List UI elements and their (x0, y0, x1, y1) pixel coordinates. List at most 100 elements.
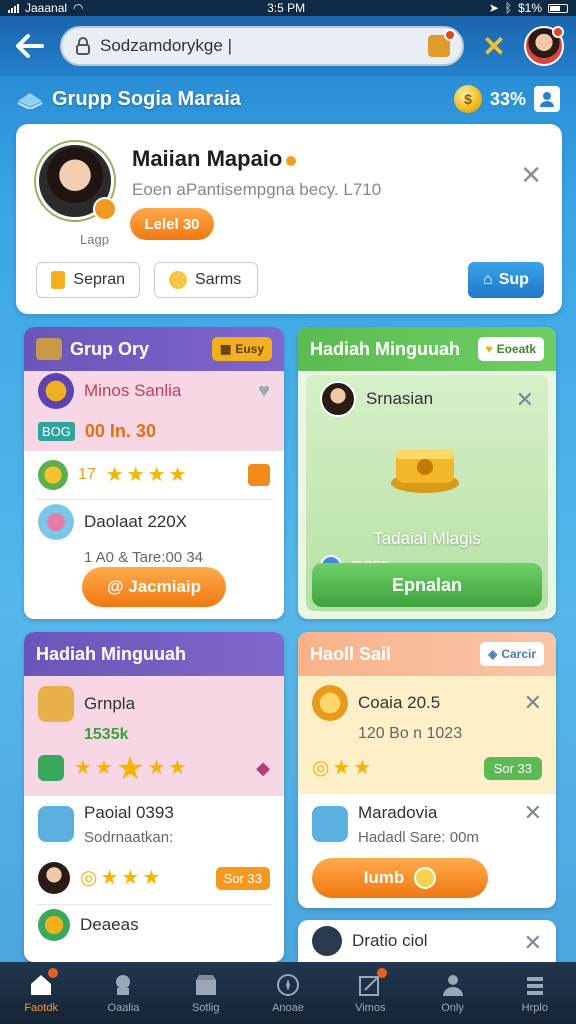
verified-icon (286, 156, 297, 166)
limit-button[interactable]: Iumb (312, 858, 488, 898)
weekly-reward-2-row2[interactable]: Paoial 0393 Sodrnaatkan: (24, 796, 284, 852)
weekly-reward-2-row1-value: 1535k (84, 726, 129, 743)
nav-compass[interactable]: Anoae (252, 972, 324, 1014)
close-icon[interactable]: ✕ (520, 160, 542, 191)
tag-icon[interactable]: ◆ (256, 758, 270, 779)
trophy-icon (38, 806, 74, 842)
group-row1-bottom: BOG 00 In. 30 (24, 411, 284, 451)
profile-avatar[interactable] (36, 142, 117, 221)
sale-card: Haoll Sail ◈ Carcir Coaia 20.5 ✕ 120 Bo n… (298, 632, 556, 908)
store-icon (193, 972, 219, 998)
sale-row1[interactable]: Coaia 20.5 ✕ 120 Bo n 1023 ◎ ★ ★ Sor 33 (298, 676, 556, 794)
coins-icon (312, 685, 348, 721)
nav-chef-label: Oaalia (107, 1002, 140, 1014)
url-bar[interactable]: Sodzamdorykge | (60, 26, 464, 66)
user-button[interactable] (534, 86, 560, 112)
reward-item-title: Tadaial Mlagis (373, 529, 481, 548)
weekly-reward-2-row3[interactable]: ◎ ★ ★ ★ Sor 33 (24, 852, 284, 904)
weekly-reward-header: Hadiah Minguuah ♥ Eoeatk (298, 327, 556, 371)
nav-edit[interactable]: Vimos (334, 968, 406, 1014)
sale-row2-sub: Hadadl Sare: 00m (358, 828, 479, 846)
nav-store-label: Sotlig (191, 1002, 220, 1014)
sale-chip[interactable]: ◈ Carcir (480, 642, 544, 666)
sale-card-title: Haoll Sail (310, 643, 392, 664)
battery-label: $1% (517, 1, 542, 15)
sale-row1-sub-row: 120 Bo n 1023 (298, 722, 556, 746)
weekly-chip[interactable]: ♥ Eoeatk (477, 337, 544, 361)
back-button[interactable] (12, 28, 48, 64)
close-icon[interactable]: ✕ (524, 930, 542, 956)
nav-menu-label: Hrplo (521, 1002, 548, 1014)
bluetooth-icon: ᛒ (504, 1, 512, 15)
star-icon: ★ (142, 867, 161, 889)
signal-icon (8, 3, 19, 13)
badge-icon (93, 197, 117, 221)
gift-icon: ▦ (219, 342, 232, 356)
weekly-reward-2-row2-title: Paoial 0393 (84, 802, 174, 822)
group-row3[interactable]: Daolaat 220X (24, 500, 284, 544)
gift-icon (312, 806, 348, 842)
weekly-reward-2-row1-title: Grnpla (84, 694, 136, 713)
group-chip-label: Eusy (235, 342, 264, 356)
weekly-reward-2-row1[interactable]: Grnpla 1535k ★ ★ ★ ★ ★ ◆ (24, 676, 284, 796)
nav-person[interactable]: Only (417, 972, 489, 1014)
sup-button[interactable]: ⌂ Sup (468, 262, 544, 298)
star-icon: ★ (121, 867, 140, 889)
group-card-header: Grup Ory ▦ Eusy (24, 327, 284, 371)
compass-icon (38, 373, 74, 409)
detail-card[interactable]: Dratio ciol ✕ (298, 920, 556, 962)
menu-icon (522, 972, 548, 998)
sup-label: Sup (498, 271, 529, 288)
limit-button-label: Iumb (363, 868, 405, 887)
group-row2[interactable]: 17 ★ ★ ★ ★ (24, 451, 284, 499)
claim-button[interactable]: Epnalan (312, 563, 542, 607)
close-icon[interactable]: ✕ (516, 387, 534, 413)
location-icon: ➤ (488, 1, 499, 15)
group-row1[interactable]: Minos Sanlia ♥ BOG 00 In. 30 (24, 371, 284, 451)
extension-icon[interactable] (428, 29, 456, 57)
join-button[interactable]: @ Jacmiaip (82, 567, 226, 607)
weekly-reward-2-chip[interactable]: Sor 33 (215, 866, 270, 890)
weekly-reward-card-2: Hadiah Minguuah Grnpla 1535k ★ ★ ★ ★ ★ ◆ Pao… (24, 632, 284, 962)
avatar[interactable] (524, 26, 564, 66)
weekly-reward-2-row2-sub: Sodrnaatkan: (84, 828, 174, 846)
heart-icon[interactable]: ♥ (258, 380, 270, 403)
close-icon[interactable]: ✕ (524, 690, 542, 716)
sale-row1-chip[interactable]: Sor 33 (483, 756, 542, 780)
arrow-badge-icon[interactable] (248, 464, 270, 486)
group-card: Grup Ory ▦ Eusy Minos Sanlia ♥ BOG 00 In.… (24, 327, 284, 619)
sarms-button[interactable]: Sarms (154, 262, 258, 298)
avatar (38, 862, 70, 894)
weekly-reward-2-stars-row: ★ ★ ★ ★ ★ ◆ (24, 746, 284, 790)
anvil-icon (36, 338, 62, 360)
star-icon: ◎ (80, 867, 98, 889)
nav-edit-label: Vimos (355, 1002, 386, 1014)
sale-row1-top: Coaia 20.5 ✕ (298, 676, 556, 722)
status-time: 3:5 PM (267, 1, 306, 15)
star-icon: ★ (94, 757, 113, 779)
sale-row2-text: Maradovia Hadadl Sare: 00m (358, 803, 479, 846)
url-text: Sodzamdorykge | (100, 36, 232, 55)
star-icon: ★ (100, 867, 119, 889)
top-bar: Sodzamdorykge | ✕ (0, 16, 576, 76)
close-icon[interactable]: ✕ (524, 800, 542, 826)
rating-stars: ★ ★ ★ ★ (106, 465, 187, 485)
house-icon: ⌂ (483, 271, 493, 288)
page-title: Grupp Sogia Maraia (52, 87, 241, 110)
nav-home[interactable]: Faotdk (5, 968, 77, 1014)
close-icon[interactable]: ✕ (476, 28, 512, 64)
star-icon: ◎ (312, 757, 330, 779)
nav-menu[interactable]: Hrplo (499, 972, 571, 1014)
bottom-nav: Faotdk Oaalia Sotlig Anoae Vimos Only Hr… (0, 962, 576, 1024)
detail-row: Dratio ciol ✕ (298, 920, 556, 962)
nav-chef[interactable]: Oaalia (87, 972, 159, 1014)
group-chip[interactable]: ▦ Eusy (211, 337, 272, 361)
level-button[interactable]: Lelel 30 (130, 208, 214, 240)
sale-row2[interactable]: Maradovia Hadadl Sare: 00m ✕ (298, 794, 556, 854)
star-icon: ★ (105, 464, 124, 486)
avatar[interactable] (320, 381, 356, 417)
sepran-button[interactable]: Sepran (36, 262, 140, 298)
nav-store[interactable]: Sotlig (170, 972, 242, 1014)
weekly-reward-2-row4[interactable]: Deaeas (24, 905, 284, 945)
profile-description: Eoen aPantisempgna becy. L710 (132, 180, 382, 199)
